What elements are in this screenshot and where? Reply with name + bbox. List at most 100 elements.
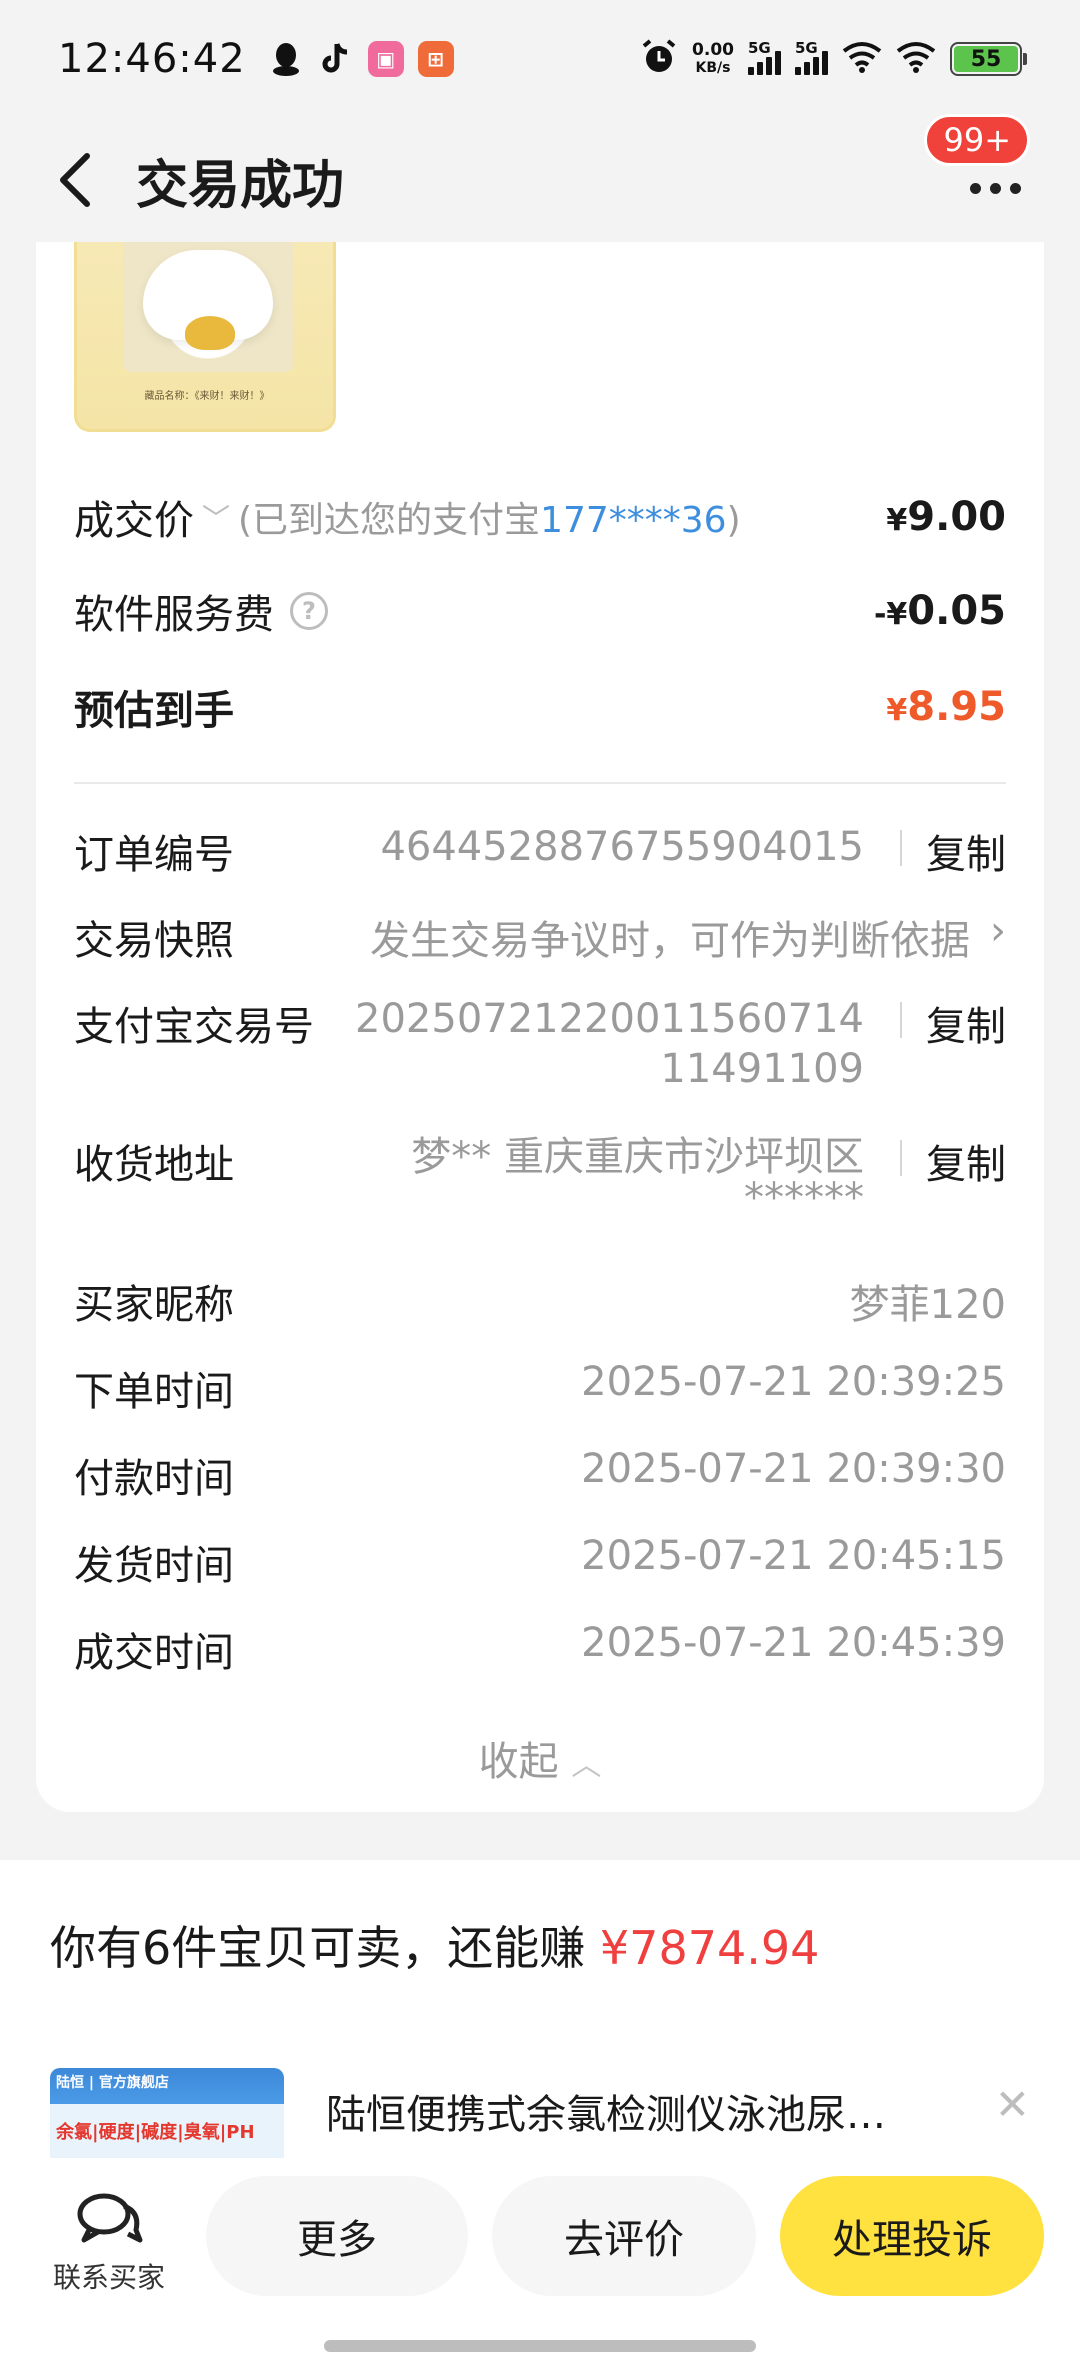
- snapshot-row[interactable]: 交易快照 发生交易争议时，可作为判断依据 ›: [74, 908, 1006, 964]
- status-right: 0.00 KB/s 5G 5G 55: [640, 38, 1027, 80]
- estimated-amount: 8.95: [907, 684, 1006, 730]
- signal-label: 5G: [748, 39, 771, 57]
- complaint-button[interactable]: 处理投诉: [780, 2176, 1044, 2296]
- snapshot-label: 交易快照: [74, 918, 234, 964]
- signal-icon: 5G: [748, 39, 781, 75]
- order-time-row: 下单时间 2025-07-21 20:39:25: [74, 1359, 1006, 1415]
- ship-time-value: 2025-07-21 20:45:15: [581, 1533, 1006, 1579]
- nav-header: 交易成功 99+: [0, 114, 1080, 242]
- product-image[interactable]: 藏品名称：《来财！来财！》: [74, 242, 336, 432]
- net-speed-value: 0.00: [692, 40, 734, 60]
- service-fee-label: 软件服务费: [74, 592, 274, 638]
- help-icon[interactable]: ?: [290, 592, 328, 630]
- note-prefix: (已到达您的支付宝: [238, 500, 541, 541]
- battery-level: 55: [954, 46, 1018, 72]
- alipay-no-line: 2025072122001156071‍4: [355, 996, 864, 1042]
- wifi-icon: [896, 41, 936, 77]
- signal-label: 5G: [795, 39, 818, 57]
- copy-alipay-no-button[interactable]: 复制: [926, 994, 1006, 1052]
- status-bar: 12:46:42 ▣ ⊞ 0.00 KB/s 5G 5G 55: [0, 0, 1080, 118]
- deal-price-row: 成交价 ﹀ (已到达您的支付宝177****36) ¥9.00: [74, 488, 1006, 546]
- more-options-button[interactable]: [960, 158, 1030, 218]
- deal-time-value: 2025-07-21 20:45:39: [581, 1620, 1006, 1666]
- estimated-value: ¥8.95: [886, 684, 1006, 730]
- app-icon: ⊞: [417, 41, 454, 77]
- contact-buyer-label: 联系买家: [52, 2261, 165, 2294]
- review-button[interactable]: 去评价: [492, 2176, 756, 2296]
- deal-price-value: ¥9.00: [886, 494, 1006, 540]
- service-fee-amount: 0.05: [907, 588, 1006, 634]
- alipay-no-row: 支付宝交易号 2025072122001156071‍4 11491109 复制: [74, 994, 1006, 1094]
- close-icon[interactable]: ✕: [995, 2080, 1030, 2129]
- buyer-label: 买家昵称: [74, 1282, 234, 1328]
- home-indicator[interactable]: [324, 2340, 756, 2352]
- currency-symbol: -¥: [873, 597, 908, 632]
- collapse-button[interactable]: 收起 ︿: [36, 1729, 1044, 1787]
- qq-icon: [268, 41, 304, 77]
- pay-time-label: 付款时间: [74, 1456, 234, 1502]
- dot-icon: [969, 182, 981, 194]
- address-value: 梦** 重庆重庆市沙坪坝区 ******: [411, 1132, 864, 1221]
- ship-time-row: 发货时间 2025-07-21 20:45:15: [74, 1533, 1006, 1589]
- recommendation-brand: 陆恒 | 官方旗舰店: [56, 2075, 169, 2091]
- page-title: 交易成功: [136, 155, 345, 216]
- alarm-icon: [640, 38, 678, 80]
- chevron-left-icon: [60, 153, 90, 207]
- buyer-row: 买家昵称 梦菲120: [74, 1272, 1006, 1328]
- order-no-row: 订单编号 4644528876755904015 复制: [74, 822, 1006, 878]
- contact-buyer-button[interactable]: 联系买家: [46, 2190, 172, 2296]
- order-detail-card: 藏品名称：《来财！来财！》 成交价 ﹀ (已到达您的支付宝177****36) …: [36, 242, 1044, 1812]
- battery-icon: 55: [950, 42, 1027, 76]
- network-speed: 0.00 KB/s: [692, 41, 734, 77]
- gold-ingot-icon: [185, 316, 235, 350]
- recommendation-title[interactable]: 陆恒便携式余氯检测仪泳池尿…: [326, 2082, 886, 2140]
- address-label: 收货地址: [74, 1142, 234, 1188]
- notification-icons: ▣ ⊞: [268, 41, 454, 77]
- address-row: 收货地址 梦** 重庆重庆市沙坪坝区 ****** 复制: [74, 1132, 1006, 1232]
- sell-prompt[interactable]: 你有6件宝贝可卖，还能赚 ¥7874.94: [50, 1912, 819, 1978]
- dot-icon: [989, 182, 1001, 194]
- chevron-right-icon: ›: [990, 908, 1006, 954]
- chevron-up-icon: ︿: [571, 1748, 602, 1783]
- ship-time-label: 发货时间: [74, 1543, 234, 1589]
- sell-prefix: 你有6件宝贝可卖，还能赚: [50, 1921, 586, 1975]
- product-caption: 藏品名称：《来财！来财！》: [144, 391, 270, 402]
- deal-price-amount: 9.00: [907, 494, 1006, 540]
- service-fee-row: 软件服务费 ? -¥0.05: [74, 582, 1006, 640]
- alipay-no-label: 支付宝交易号: [74, 1004, 314, 1050]
- chevron-down-icon[interactable]: ﹀: [202, 497, 230, 537]
- estimated-row: 预估到手 ¥8.95: [74, 678, 1006, 736]
- service-fee-value: -¥0.05: [874, 588, 1006, 634]
- dot-icon: [1009, 182, 1021, 194]
- message-badge: 99+: [924, 114, 1030, 166]
- collapse-label: 收起: [478, 1739, 559, 1785]
- note-suffix: ): [726, 500, 741, 541]
- currency-symbol: ¥: [886, 693, 908, 728]
- bottom-action-bar: 联系买家 更多 去评价 处理投诉: [0, 2160, 1080, 2376]
- tiktok-icon: [318, 41, 354, 77]
- buyer-value: 梦菲120: [849, 1282, 1006, 1328]
- snapshot-value: 发生交易争议时，可作为判断依据: [370, 918, 970, 964]
- back-button[interactable]: [20, 125, 130, 235]
- alipay-no-line: 11491109: [660, 1046, 864, 1092]
- separator: [900, 830, 902, 866]
- deal-price-label: 成交价: [74, 498, 194, 544]
- more-button[interactable]: 更多: [206, 2176, 468, 2296]
- alipay-account: 177****36: [540, 500, 727, 541]
- copy-order-no-button[interactable]: 复制: [926, 822, 1006, 880]
- recommendation-image[interactable]: 陆恒 | 官方旗舰店 余氯|硬度|碱度|臭氧|PH: [50, 2068, 284, 2158]
- order-time-label: 下单时间: [74, 1369, 234, 1415]
- order-time-value: 2025-07-21 20:39:25: [581, 1359, 1006, 1405]
- recommendation-tags: 余氯|硬度|碱度|臭氧|PH: [56, 2122, 255, 2143]
- status-time: 12:46:42: [58, 36, 246, 82]
- chat-icon: [77, 2193, 143, 2243]
- deal-price-note: (已到达您的支付宝177****36): [238, 491, 741, 543]
- address-line: ******: [744, 1175, 864, 1221]
- net-speed-unit: KB/s: [695, 60, 731, 76]
- separator: [900, 1002, 902, 1038]
- wifi-icon: [842, 41, 882, 77]
- copy-address-button[interactable]: 复制: [926, 1132, 1006, 1190]
- currency-symbol: ¥: [886, 503, 908, 538]
- bilibili-icon: ▣: [367, 41, 404, 77]
- divider: [74, 782, 1006, 784]
